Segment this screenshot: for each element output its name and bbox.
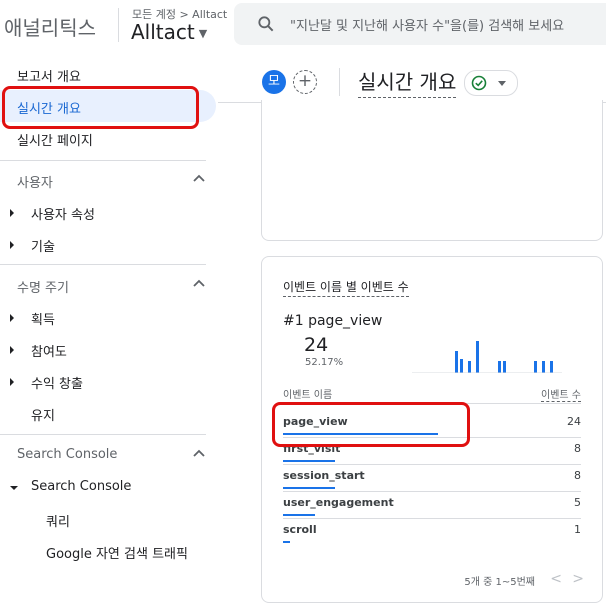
- top-event-heading: #1 page_view: [283, 313, 382, 329]
- sidebar-item-label: 실시간 페이지: [17, 134, 93, 149]
- event-name: scroll: [283, 523, 317, 536]
- chevron-up-icon: [193, 279, 205, 287]
- account-selector[interactable]: Alltact ▼: [131, 20, 207, 44]
- check-circle-icon: [471, 75, 487, 91]
- caret-down-icon: ▼: [198, 27, 208, 40]
- event-count: 1: [574, 523, 581, 536]
- section-search-console[interactable]: Search Console: [0, 439, 218, 471]
- sidebar-item-acquisition[interactable]: 획득: [0, 301, 218, 333]
- search-bar[interactable]: "지난달 및 지난해 사용자 수"을(를) 검색해 보세요: [234, 3, 606, 45]
- sidebar-item-tech[interactable]: 기술: [0, 228, 218, 260]
- spark-bar: [460, 359, 463, 373]
- pagination-label: 5개 중 1~5번째: [464, 577, 535, 588]
- table-divider: [283, 491, 581, 492]
- event-name: session_start: [283, 469, 365, 482]
- sidebar-item-user-attributes[interactable]: 사용자 속성: [0, 196, 218, 228]
- sidebar-item-label: 참여도: [31, 345, 67, 360]
- event-name: user_engagement: [283, 496, 394, 509]
- sidebar-item-label: 수익 창출: [31, 377, 83, 392]
- column-header-event-name: 이벤트 이름: [283, 390, 333, 401]
- card-title[interactable]: 이벤트 이름 별 이벤트 수: [283, 278, 409, 297]
- event-share-bar: [283, 514, 315, 516]
- section-title: 수명 주기: [17, 281, 69, 296]
- spark-bar: [455, 351, 458, 373]
- expand-arrow-icon: [10, 314, 14, 322]
- section-users[interactable]: 사용자: [0, 164, 218, 196]
- column-header-event-count[interactable]: 이벤트 수: [541, 386, 581, 402]
- section-title: 사용자: [17, 176, 53, 191]
- event-share-bar: [283, 487, 335, 489]
- sidebar-item-label: 쿼리: [46, 515, 70, 530]
- sidebar-item-label: 획득: [31, 313, 55, 328]
- top-event-count: 24: [304, 334, 329, 356]
- sidebar-item-monetization[interactable]: 수익 창출: [0, 365, 218, 397]
- event-share-bar: [283, 460, 335, 462]
- collapse-arrow-icon: [10, 486, 18, 490]
- highlight-box: [272, 402, 470, 447]
- sidebar-item-label: 기술: [31, 240, 55, 255]
- spark-bar: [503, 361, 506, 373]
- search-placeholder: "지난달 및 지난해 사용자 수"을(를) 검색해 보세요: [290, 19, 565, 34]
- spark-bar: [542, 361, 545, 373]
- dropdown-arrow-icon: [498, 81, 506, 86]
- section-lifecycle[interactable]: 수명 주기: [0, 269, 218, 301]
- sidebar-item-realtime-pages[interactable]: 실시간 페이지: [0, 122, 218, 154]
- spark-bar: [468, 361, 471, 373]
- next-page-button[interactable]: >: [572, 571, 584, 587]
- sidebar-item-engagement[interactable]: 참여도: [0, 333, 218, 365]
- realtime-card: [261, 100, 603, 241]
- sidebar-item-label: Search Console: [31, 479, 132, 494]
- expand-arrow-icon: [10, 241, 14, 249]
- spark-bar: [534, 361, 537, 373]
- app-name[interactable]: 애널리틱스: [4, 12, 96, 41]
- event-count: 8: [574, 442, 581, 455]
- table-row[interactable]: scroll 1: [283, 523, 581, 549]
- top-rank: #1: [283, 313, 304, 329]
- spark-bar: [550, 361, 553, 373]
- top-event-percent: 52.17%: [305, 357, 344, 368]
- event-count: 24: [567, 415, 581, 428]
- expand-arrow-icon: [10, 346, 14, 354]
- table-divider: [283, 518, 581, 519]
- header-divider: [118, 8, 119, 42]
- table-divider: [283, 464, 581, 465]
- sidebar-item-label: 보고서 개요: [17, 70, 81, 85]
- divider: [0, 264, 206, 265]
- sidebar: 보고서 개요 실시간 개요 실시간 페이지 사용자 사용자 속성 기술 수명 주…: [0, 54, 218, 604]
- sidebar-item-label: Google 자연 검색 트래픽: [46, 547, 188, 562]
- add-comparison-button[interactable]: +: [293, 70, 317, 94]
- sidebar-item-queries[interactable]: 쿼리: [0, 503, 218, 535]
- divider: [0, 434, 206, 435]
- event-count: 5: [574, 496, 581, 509]
- chevron-up-icon: [193, 449, 205, 457]
- avatar[interactable]: 모: [262, 70, 286, 94]
- sidebar-group-search-console[interactable]: Search Console: [0, 471, 218, 503]
- sidebar-item-label: 유지: [31, 409, 55, 424]
- sidebar-item-organic-traffic[interactable]: Google 자연 검색 트래픽: [0, 535, 218, 567]
- expand-arrow-icon: [10, 378, 14, 386]
- account-name: Alltact: [131, 20, 195, 44]
- search-icon: [258, 16, 274, 32]
- divider: [0, 160, 206, 161]
- spark-bar: [498, 361, 501, 373]
- chevron-up-icon: [193, 174, 205, 182]
- status-dropdown[interactable]: [464, 70, 518, 96]
- top-event-name: page_view: [308, 313, 383, 329]
- separator: [339, 68, 340, 96]
- page-title: 실시간 개요: [358, 66, 457, 98]
- sidebar-item-retention[interactable]: 유지: [0, 397, 218, 429]
- event-count: 8: [574, 469, 581, 482]
- event-sparkline: [412, 341, 562, 373]
- expand-arrow-icon: [10, 209, 14, 217]
- section-title: Search Console: [17, 447, 118, 462]
- prev-page-button[interactable]: <: [550, 571, 562, 587]
- sidebar-item-label: 사용자 속성: [31, 208, 95, 223]
- spark-bar: [476, 341, 479, 373]
- event-share-bar: [283, 541, 290, 543]
